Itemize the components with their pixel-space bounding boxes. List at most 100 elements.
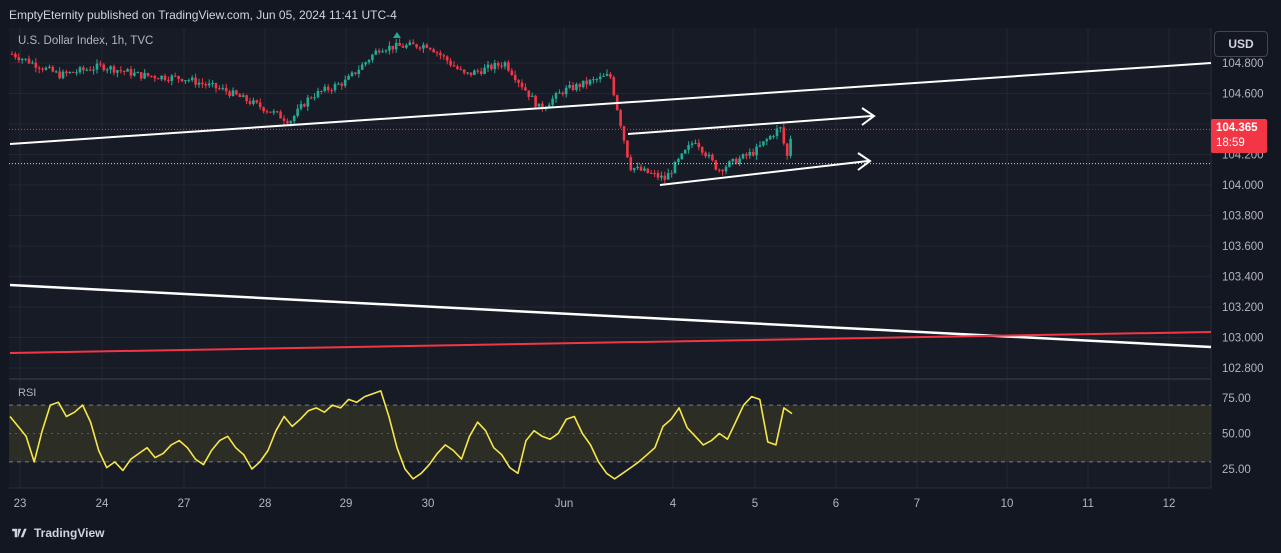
symbol-legend[interactable]: U.S. Dollar Index, 1h, TVC	[18, 35, 153, 47]
candle-body	[85, 69, 89, 71]
candle-body	[343, 79, 347, 86]
candle-body	[326, 86, 330, 91]
candle-body	[632, 168, 636, 171]
candle-body	[68, 71, 72, 74]
candle-body	[65, 71, 68, 74]
time-tick-label: 6	[833, 498, 839, 510]
candle-body	[116, 70, 119, 73]
candle-body	[323, 86, 327, 92]
candle-body	[592, 79, 595, 81]
time-tick-label: 29	[340, 498, 353, 510]
candle-body	[789, 138, 792, 156]
candle-body	[156, 78, 160, 80]
candle-body	[269, 111, 272, 113]
candle-body	[313, 97, 316, 99]
candle-body	[660, 175, 663, 178]
candle-body	[779, 127, 782, 129]
candle-body	[418, 47, 422, 49]
price-axis: 104.800104.600104.400104.200104.000103.8…	[1222, 58, 1264, 375]
candle-body	[54, 71, 58, 73]
candle-body	[643, 168, 646, 171]
candle-body	[680, 153, 684, 160]
candle-body	[99, 63, 102, 65]
candle-body	[163, 75, 167, 80]
candle-body	[571, 85, 575, 90]
channel-top-line	[627, 115, 873, 135]
candle-body	[462, 69, 466, 73]
candle-body	[377, 50, 381, 53]
rsi-tick-label: 75.00	[1222, 393, 1251, 405]
candle-body	[139, 72, 143, 79]
candle-body	[177, 75, 180, 79]
candle-body	[741, 154, 745, 159]
candle-body	[439, 52, 442, 56]
time-tick-label: 24	[96, 498, 109, 510]
candle-body	[248, 101, 252, 104]
candle-body	[626, 140, 629, 158]
price-tick-label: 103.000	[1222, 333, 1264, 345]
time-tick-label: 10	[1001, 498, 1014, 510]
candle-body	[78, 67, 82, 73]
candle-body	[306, 97, 310, 107]
candle-body	[452, 65, 456, 67]
candle-body	[31, 62, 34, 64]
price-tick-label: 104.600	[1222, 89, 1264, 101]
candle-body	[286, 120, 289, 124]
candle-body	[554, 93, 558, 99]
candle-body	[190, 77, 194, 81]
candle-body	[636, 166, 639, 169]
candle-body	[656, 173, 660, 178]
candle-body	[762, 141, 765, 146]
candle-body	[459, 68, 463, 70]
candle-body	[663, 175, 667, 180]
candle-body	[612, 77, 616, 96]
candle-body	[697, 142, 701, 148]
time-tick-label: 11	[1082, 498, 1094, 510]
currency-button[interactable]: USD	[1214, 31, 1268, 57]
candle-body	[530, 95, 534, 97]
candle-body	[609, 74, 612, 78]
candle-body	[772, 136, 775, 138]
candle-body	[493, 63, 497, 70]
candle-body	[364, 62, 367, 65]
candle-body	[245, 95, 248, 102]
candle-body	[486, 64, 490, 68]
candle-body	[214, 83, 218, 89]
candle-body	[24, 58, 27, 60]
candle-body	[605, 74, 609, 76]
tradingview-logo[interactable]: TradingView	[10, 526, 104, 540]
candle-body	[714, 160, 718, 170]
candle-body	[241, 95, 245, 98]
candle-body	[595, 79, 599, 81]
candle-body	[102, 64, 106, 71]
candle-body	[282, 118, 286, 121]
time-tick-label: 27	[178, 498, 191, 510]
candle-body	[187, 80, 191, 82]
candle-body	[122, 70, 126, 72]
candle-body	[197, 82, 201, 85]
candle-body	[561, 92, 565, 95]
candle-body	[357, 69, 361, 74]
candle-body	[82, 67, 85, 71]
candle-body	[71, 71, 75, 73]
candle-body	[622, 126, 626, 141]
candle-body	[337, 83, 340, 85]
candle-body	[598, 76, 602, 80]
chart-canvas[interactable]: 104.800104.600104.400104.200104.000103.8…	[0, 0, 1281, 553]
candle-body	[398, 42, 401, 46]
price-tick-label: 103.800	[1222, 211, 1264, 223]
rsi-legend[interactable]: RSI	[18, 387, 36, 399]
candle-body	[371, 54, 374, 61]
candle-body	[180, 78, 184, 82]
candle-body	[374, 50, 378, 55]
candle-body	[34, 62, 38, 68]
candle-body	[221, 87, 225, 89]
candle-body	[724, 166, 728, 172]
candle-body	[309, 97, 313, 99]
candle-body	[48, 66, 51, 68]
candle-body	[143, 72, 146, 79]
candle-body	[758, 145, 762, 147]
candle-body	[58, 71, 61, 79]
candle-body	[745, 154, 748, 156]
candle-body	[333, 84, 337, 91]
